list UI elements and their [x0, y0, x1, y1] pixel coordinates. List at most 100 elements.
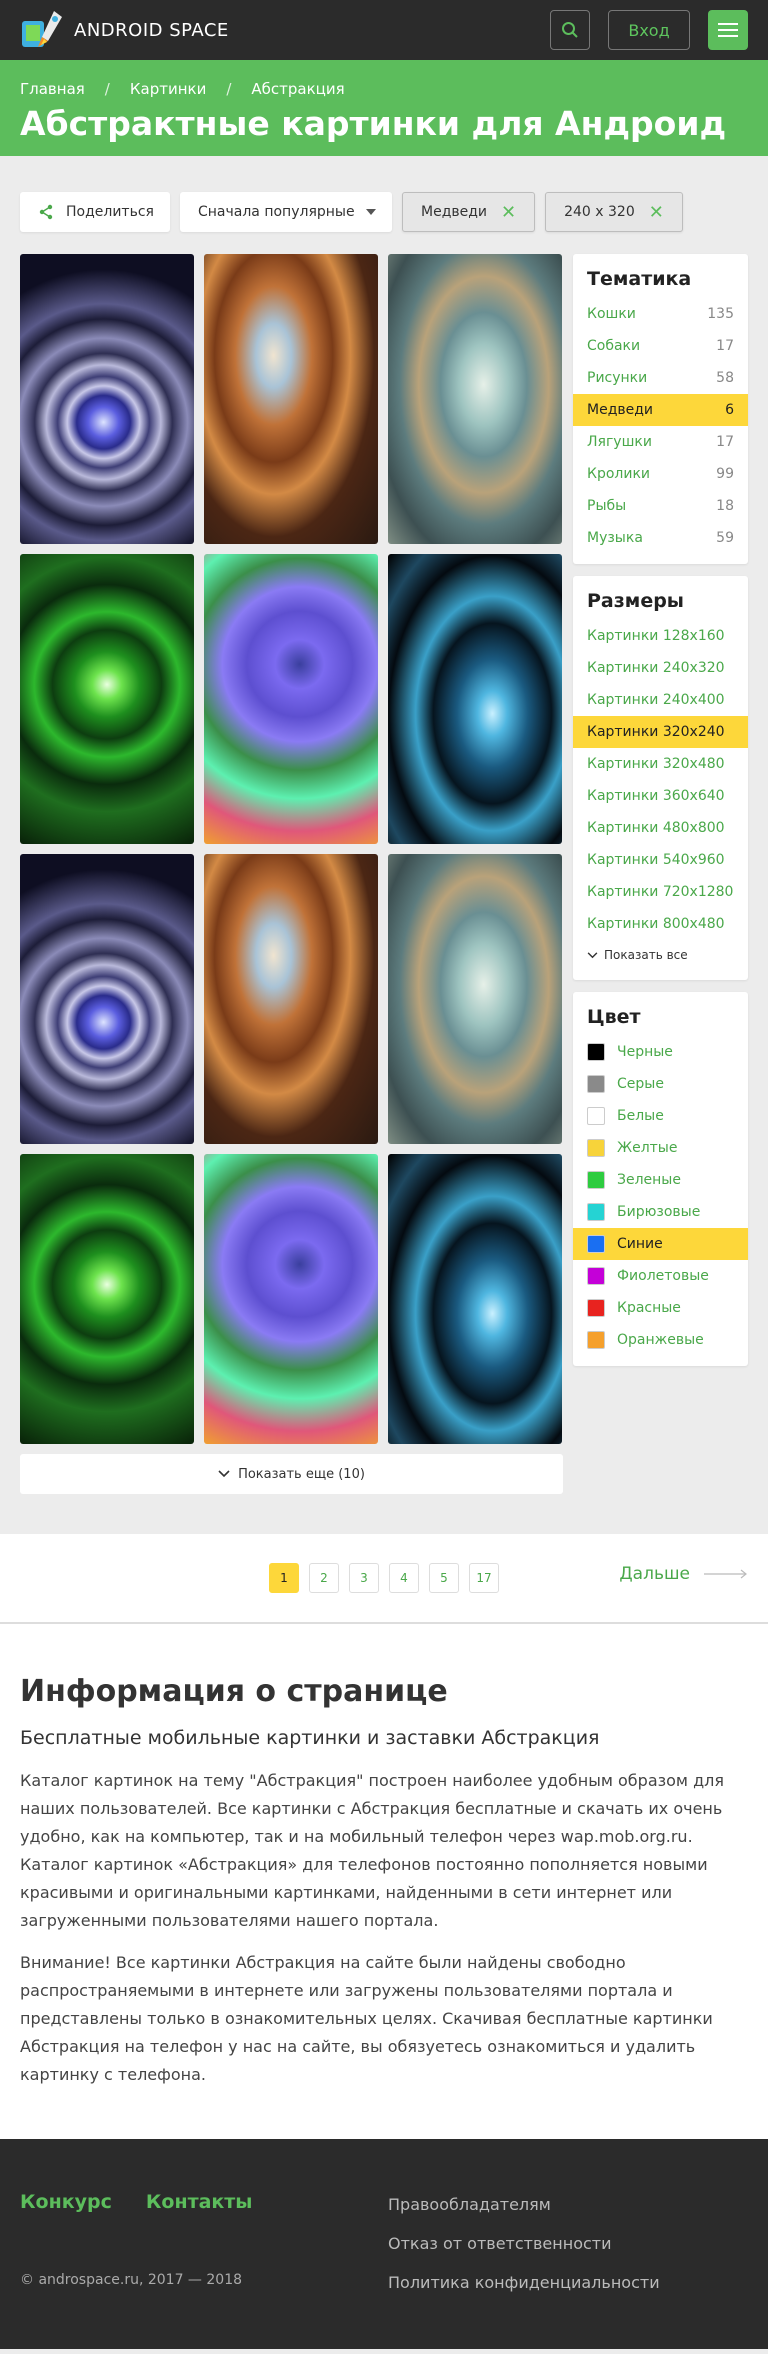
- size-item[interactable]: Картинки 480x800: [573, 812, 748, 844]
- topic-count: 58: [716, 370, 734, 386]
- wallpaper-thumbnail[interactable]: [388, 554, 562, 844]
- wallpaper-thumbnail[interactable]: [20, 1154, 194, 1444]
- footer-link-rightholders[interactable]: Правообладателям: [388, 2195, 660, 2214]
- topic-item[interactable]: Кролики 99: [573, 458, 748, 490]
- sort-dropdown[interactable]: Сначала популярные: [180, 192, 392, 232]
- size-item[interactable]: Картинки 240x320: [573, 652, 748, 684]
- pagination: 1 2 3 4 5 17: [269, 1563, 499, 1593]
- color-label: Фиолетовые: [617, 1268, 709, 1284]
- show-all-sizes-button[interactable]: Показать все: [573, 940, 748, 970]
- footer-link-privacy[interactable]: Политика конфиденциальности: [388, 2273, 660, 2292]
- color-swatch: [587, 1043, 605, 1061]
- color-swatch: [587, 1139, 605, 1157]
- arrow-right-icon: [704, 1569, 747, 1579]
- color-swatch: [587, 1331, 605, 1349]
- size-label: Картинки 360x640: [587, 788, 725, 804]
- color-label: Оранжевые: [617, 1332, 704, 1348]
- color-item[interactable]: Красные: [573, 1292, 748, 1324]
- size-item[interactable]: Картинки 320x480: [573, 748, 748, 780]
- wallpaper-thumbnail[interactable]: [388, 1154, 562, 1444]
- close-icon[interactable]: ✕: [501, 202, 516, 223]
- topic-item[interactable]: Музыка 59: [573, 522, 748, 554]
- share-button[interactable]: Поделиться: [20, 192, 170, 232]
- footer-link-contacts[interactable]: Контакты: [146, 2191, 253, 2213]
- size-item[interactable]: Картинки 360x640: [573, 780, 748, 812]
- breadcrumb: Главная / Картинки / Абстракция: [20, 80, 748, 98]
- wallpaper-thumbnail[interactable]: [20, 254, 194, 544]
- info-paragraph: Каталог картинок на тему "Абстракция" по…: [20, 1771, 724, 1930]
- breadcrumb-pictures[interactable]: Картинки: [130, 80, 206, 98]
- pagination-bar: 1 2 3 4 5 17 Дальше: [0, 1534, 768, 1624]
- page-number-button[interactable]: 1: [269, 1563, 299, 1593]
- topic-item[interactable]: Лягушки 17: [573, 426, 748, 458]
- breadcrumb-home[interactable]: Главная: [20, 80, 85, 98]
- filter-tag-label: Медведи: [421, 204, 488, 220]
- wallpaper-thumbnail[interactable]: [204, 1154, 378, 1444]
- page-info-section: Информация о странице Бесплатные мобильн…: [0, 1624, 768, 2139]
- filter-tag-size: 240 x 320 ✕: [545, 192, 683, 232]
- menu-button[interactable]: [708, 10, 748, 50]
- top-navbar: ANDROID SPACE Вход: [0, 0, 768, 60]
- color-item[interactable]: Черные: [573, 1036, 748, 1068]
- login-button[interactable]: Вход: [608, 10, 690, 50]
- breadcrumb-abstraction[interactable]: Абстракция: [251, 80, 344, 98]
- topic-label: Лягушки: [587, 434, 652, 450]
- info-title: Информация о странице: [20, 1674, 448, 1709]
- size-label: Картинки 540x960: [587, 852, 725, 868]
- color-item[interactable]: Фиолетовые: [573, 1260, 748, 1292]
- color-item[interactable]: Синие: [573, 1228, 748, 1260]
- size-item[interactable]: Картинки 540x960: [573, 844, 748, 876]
- topic-count: 99: [716, 466, 734, 482]
- size-item[interactable]: Картинки 720x1280: [573, 876, 748, 908]
- wallpaper-thumbnail[interactable]: [388, 254, 562, 544]
- size-item[interactable]: Картинки 128x160: [573, 620, 748, 652]
- wallpaper-thumbnail[interactable]: [204, 254, 378, 544]
- search-button[interactable]: [550, 10, 590, 50]
- topic-label: Рыбы: [587, 498, 627, 514]
- size-item[interactable]: Картинки 240x400: [573, 684, 748, 716]
- topic-item[interactable]: Медведи 6: [573, 394, 748, 426]
- wallpaper-thumbnail[interactable]: [20, 854, 194, 1144]
- page-number-button[interactable]: 4: [389, 1563, 419, 1593]
- color-label: Зеленые: [617, 1172, 681, 1188]
- page-number-button[interactable]: 5: [429, 1563, 459, 1593]
- size-item[interactable]: Картинки 320x240: [573, 716, 748, 748]
- page-number-button[interactable]: 2: [309, 1563, 339, 1593]
- wallpaper-thumbnail[interactable]: [204, 854, 378, 1144]
- footer-link-disclaimer[interactable]: Отказ от ответственности: [388, 2234, 660, 2253]
- topic-count: 17: [716, 338, 734, 354]
- show-more-label: Показать еще (10): [238, 1466, 365, 1482]
- color-swatch: [587, 1203, 605, 1221]
- topic-label: Кошки: [587, 306, 636, 322]
- wallpaper-thumbnail[interactable]: [20, 554, 194, 844]
- site-logo[interactable]: ANDROID SPACE: [20, 7, 229, 53]
- color-swatch: [587, 1075, 605, 1093]
- rocket-logo-icon: [20, 7, 66, 53]
- page-number-button[interactable]: 3: [349, 1563, 379, 1593]
- color-item[interactable]: Белые: [573, 1100, 748, 1132]
- footer-link-contest[interactable]: Конкурс: [20, 2191, 112, 2213]
- topic-item[interactable]: Рисунки 58: [573, 362, 748, 394]
- wallpaper-thumbnail[interactable]: [204, 554, 378, 844]
- color-item[interactable]: Оранжевые: [573, 1324, 748, 1356]
- topic-count: 17: [716, 434, 734, 450]
- size-item[interactable]: Картинки 800x480: [573, 908, 748, 940]
- page-number-button[interactable]: 17: [469, 1563, 499, 1593]
- color-item[interactable]: Серые: [573, 1068, 748, 1100]
- color-item[interactable]: Зеленые: [573, 1164, 748, 1196]
- color-item[interactable]: Бирюзовые: [573, 1196, 748, 1228]
- show-more-button[interactable]: Показать еще (10): [20, 1454, 563, 1494]
- topic-item[interactable]: Рыбы 18: [573, 490, 748, 522]
- close-icon[interactable]: ✕: [649, 202, 664, 223]
- color-item[interactable]: Желтые: [573, 1132, 748, 1164]
- topic-item[interactable]: Собаки 17: [573, 330, 748, 362]
- color-swatch: [587, 1267, 605, 1285]
- size-label: Картинки 800x480: [587, 916, 725, 932]
- topic-count: 6: [725, 402, 734, 418]
- color-swatch: [587, 1107, 605, 1125]
- wallpaper-thumbnail[interactable]: [388, 854, 562, 1144]
- topic-item[interactable]: Кошки 135: [573, 298, 748, 330]
- breadcrumb-separator: /: [226, 80, 232, 98]
- next-page-button[interactable]: Дальше: [619, 1564, 748, 1584]
- colors-box: Цвет Черные Серые Белые Желтые Зеленые Бирюзо…: [573, 992, 748, 1366]
